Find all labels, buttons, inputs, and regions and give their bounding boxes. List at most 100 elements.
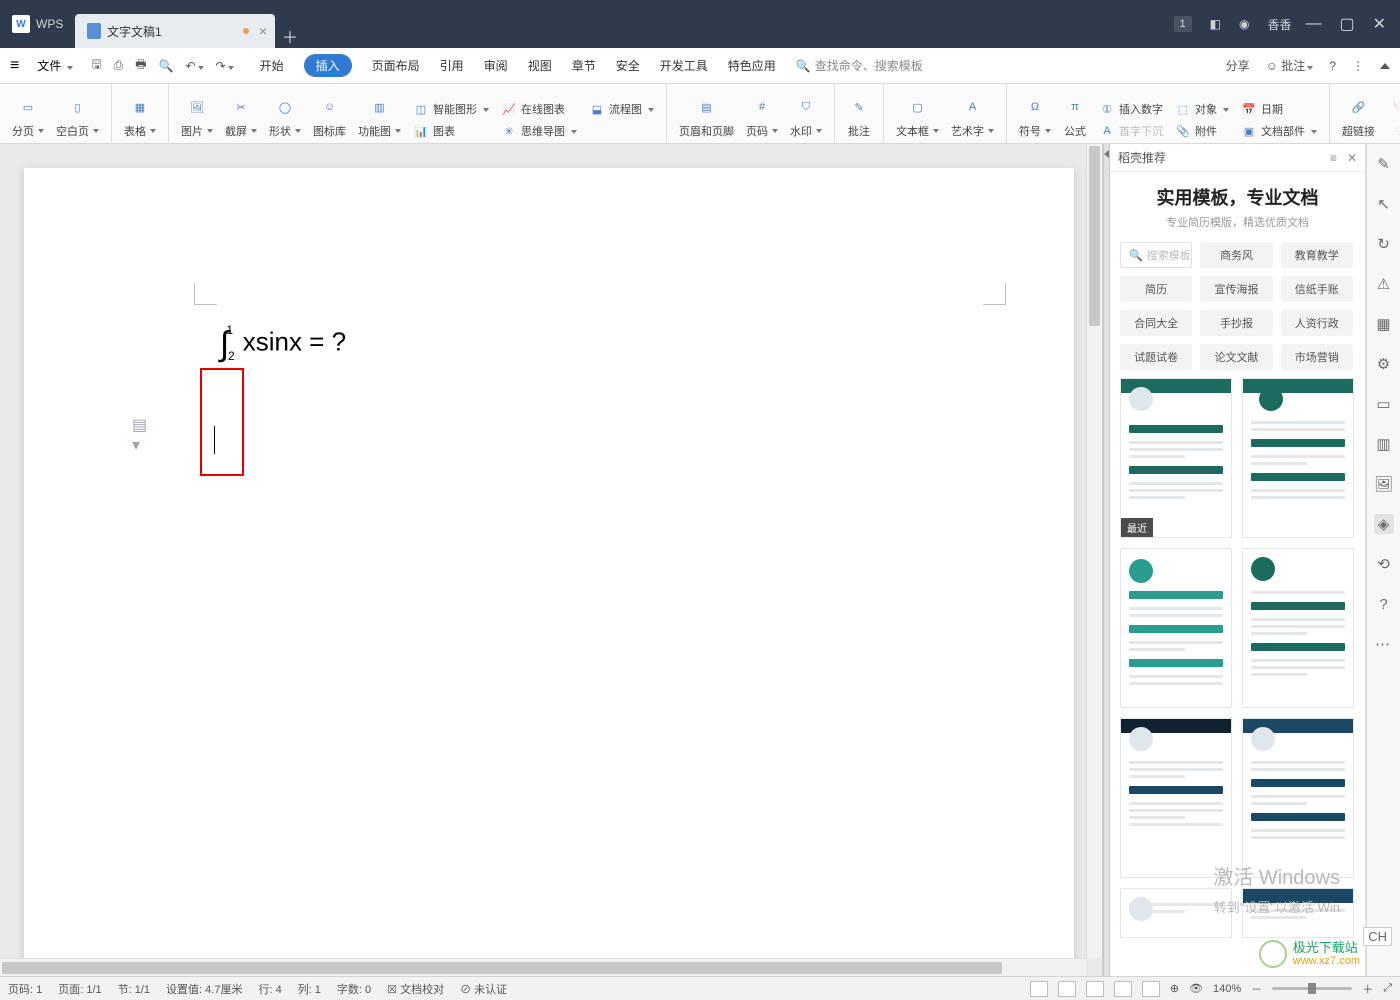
view-outline-icon[interactable] xyxy=(1142,981,1160,997)
user-avatar-icon[interactable]: ◉ xyxy=(1239,17,1249,31)
table-button[interactable]: ▦表格 xyxy=(118,88,162,139)
find-icon[interactable]: 🔍 xyxy=(159,59,174,73)
rail-page-icon[interactable]: ▭ xyxy=(1374,394,1394,414)
cat-poster[interactable]: 宣传海报 xyxy=(1200,276,1272,302)
rail-history-icon[interactable]: ⟲ xyxy=(1374,554,1394,574)
annotation-button[interactable]: ✎批注 xyxy=(841,88,877,139)
status-pageno[interactable]: 页码: 1 xyxy=(8,981,42,997)
picture-button[interactable]: 🖼图片 xyxy=(175,88,219,139)
insertnum-button[interactable]: ①插入数字 xyxy=(1099,101,1163,117)
symbol-button[interactable]: Ω符号 xyxy=(1013,88,1057,139)
tab-security[interactable]: 安全 xyxy=(616,57,640,74)
status-words[interactable]: 字数: 0 xyxy=(337,981,371,997)
status-section[interactable]: 节: 1/1 xyxy=(118,981,150,997)
flowchart-button[interactable]: ⬓流程图 xyxy=(589,101,654,117)
pageno-button[interactable]: #页码 xyxy=(740,88,784,139)
attachment-button[interactable]: 📎附件 xyxy=(1175,123,1229,139)
zoom-slider[interactable] xyxy=(1272,987,1352,990)
cat-hr[interactable]: 人资行政 xyxy=(1281,310,1353,336)
save-icon[interactable]: 🖫 xyxy=(91,55,101,76)
rail-edit-icon[interactable]: ✎ xyxy=(1374,154,1394,174)
view-print-icon[interactable] xyxy=(1058,981,1076,997)
search-box[interactable]: 🔍查找命令、搜索模板 xyxy=(796,57,923,74)
cat-thesis[interactable]: 论文文献 xyxy=(1200,344,1272,370)
hamburger-icon[interactable]: ≡ xyxy=(10,57,19,75)
zoom-label[interactable]: 140% xyxy=(1213,983,1241,995)
date-button[interactable]: 📅日期 xyxy=(1241,101,1317,117)
cat-letter[interactable]: 信纸手账 xyxy=(1281,276,1353,302)
cat-resume[interactable]: 简历 xyxy=(1120,276,1192,302)
status-proof[interactable]: ☒ 文档校对 xyxy=(387,981,444,997)
panel-menu-icon[interactable]: ≡ xyxy=(1330,151,1337,165)
rail-warning-icon[interactable]: ⚠ xyxy=(1374,274,1394,294)
panel-close-icon[interactable]: ✕ xyxy=(1347,151,1357,165)
paragraph-handle-icon[interactable]: ▤ ▾ xyxy=(132,428,148,442)
tab-insert[interactable]: 插入 xyxy=(304,54,352,77)
undo-icon[interactable]: ↶ xyxy=(185,59,203,73)
fit-icon[interactable]: ⤢ xyxy=(1383,982,1392,995)
user-name[interactable]: 香香 xyxy=(1267,16,1291,33)
cat-contract[interactable]: 合同大全 xyxy=(1120,310,1192,336)
doc-tab[interactable]: 文字文稿1 × xyxy=(75,14,275,48)
add-tab-button[interactable]: ＋ xyxy=(275,24,305,48)
template-search[interactable]: 🔍 搜索模板 xyxy=(1120,242,1192,268)
cat-business[interactable]: 商务风 xyxy=(1200,242,1272,268)
skin-icon[interactable]: ◧ xyxy=(1210,17,1221,31)
maximize-icon[interactable]: ▢ xyxy=(1339,14,1354,34)
rail-image-icon[interactable]: 🖼 xyxy=(1374,474,1394,494)
cat-exam[interactable]: 试题试卷 xyxy=(1120,344,1192,370)
page-break-button[interactable]: ▭分页 xyxy=(6,88,50,139)
tab-special[interactable]: 特色应用 xyxy=(728,57,776,74)
file-menu[interactable]: 文件 xyxy=(37,57,73,74)
template-card[interactable] xyxy=(1242,548,1354,708)
zoom-knob[interactable] xyxy=(1308,983,1316,994)
blank-page-button[interactable]: ▯空白页 xyxy=(50,88,105,139)
rail-settings-icon[interactable]: ⚙ xyxy=(1374,354,1394,374)
headerfooter-button[interactable]: ▤页眉和页脚 xyxy=(673,88,740,139)
vscroll-thumb[interactable] xyxy=(1089,146,1100,326)
status-page[interactable]: 页面: 1/1 xyxy=(58,981,101,997)
tab-reference[interactable]: 引用 xyxy=(440,57,464,74)
mindmap-button[interactable]: ✳思维导图 xyxy=(501,123,577,139)
rail-refresh-icon[interactable]: ↻ xyxy=(1374,234,1394,254)
tab-pagelayout[interactable]: 页面布局 xyxy=(372,57,420,74)
status-auth[interactable]: ⊘ 未认证 xyxy=(460,981,507,997)
wordart-button[interactable]: A艺术字 xyxy=(945,88,1000,139)
rail-more-icon[interactable]: ⋯ xyxy=(1374,634,1394,654)
onlinechart-button[interactable]: 📈在线图表 xyxy=(501,101,577,117)
cat-marketing[interactable]: 市场营销 xyxy=(1281,344,1353,370)
tab-devtools[interactable]: 开发工具 xyxy=(660,57,708,74)
close-tab-icon[interactable]: × xyxy=(259,23,267,39)
chart-button[interactable]: 📊图表 xyxy=(413,123,489,139)
tab-start[interactable]: 开始 xyxy=(260,57,284,74)
view-fullscreen-icon[interactable] xyxy=(1030,981,1048,997)
tab-chapter[interactable]: 章节 xyxy=(572,57,596,74)
template-card[interactable] xyxy=(1120,548,1232,708)
redo-icon[interactable]: ↷ xyxy=(216,59,234,73)
rail-layout-icon[interactable]: ▥ xyxy=(1374,434,1394,454)
view-eye-icon[interactable]: 👁 xyxy=(1189,982,1203,995)
tab-view[interactable]: 视图 xyxy=(528,57,552,74)
template-card[interactable] xyxy=(1242,378,1354,538)
view-web-icon[interactable] xyxy=(1114,981,1132,997)
template-card[interactable]: 最近 xyxy=(1120,378,1232,538)
funcdiag-button[interactable]: ▥功能图 xyxy=(352,88,407,139)
object-button[interactable]: ⬚对象 xyxy=(1175,101,1229,117)
vertical-scrollbar[interactable] xyxy=(1086,144,1102,958)
horizontal-scrollbar[interactable] xyxy=(0,958,1086,976)
template-card[interactable] xyxy=(1120,718,1232,878)
smartart-button[interactable]: ◫智能图形 xyxy=(413,101,489,117)
hscroll-thumb[interactable] xyxy=(2,962,1002,974)
page[interactable]: ∫12xsinx = ? ▤ ▾ xyxy=(24,168,1074,976)
formula-text[interactable]: ∫12xsinx = ? xyxy=(220,325,346,364)
view-globe-icon[interactable]: ⊕ xyxy=(1170,982,1179,995)
close-window-icon[interactable]: ✕ xyxy=(1373,14,1386,34)
status-col[interactable]: 列: 1 xyxy=(298,981,321,997)
comment-button[interactable]: ☺ 批注 xyxy=(1266,57,1314,74)
rail-grid-icon[interactable]: ▦ xyxy=(1374,314,1394,334)
iconlib-button[interactable]: ☺图标库 xyxy=(307,88,352,139)
tab-review[interactable]: 审阅 xyxy=(484,57,508,74)
share-button[interactable]: 分享 xyxy=(1226,57,1250,74)
textbox-button[interactable]: ▢文本框 xyxy=(890,88,945,139)
panel-collapse-button[interactable] xyxy=(1103,144,1110,976)
